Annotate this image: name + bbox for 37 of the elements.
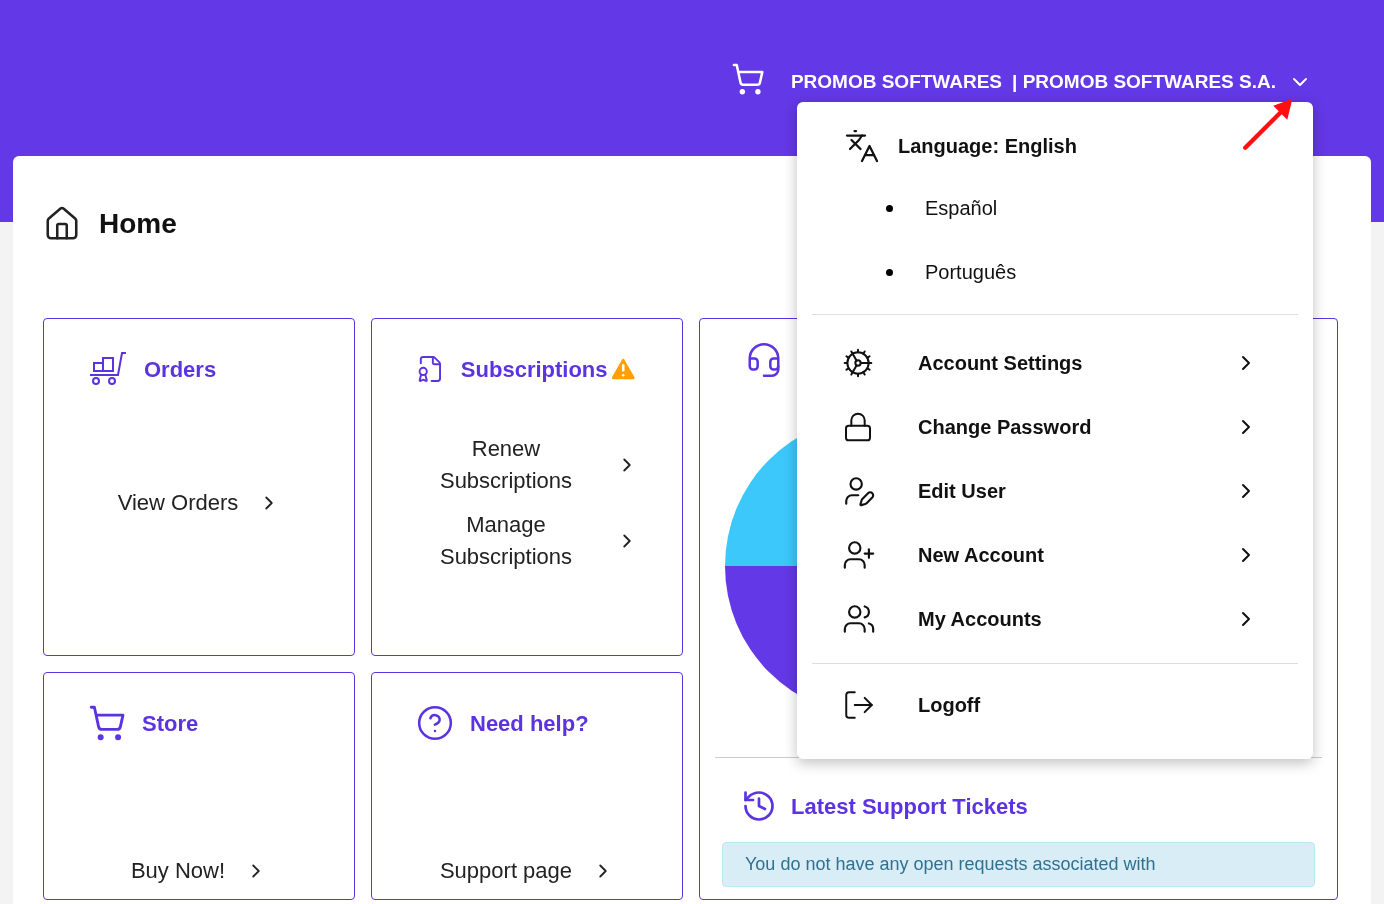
help-icon: [416, 704, 454, 742]
card-title[interactable]: Store: [142, 706, 199, 740]
menu-item[interactable]: My Accounts: [812, 587, 1298, 651]
cart-icon: [88, 704, 126, 742]
menu-item[interactable]: Account Settings: [812, 331, 1298, 395]
home-icon: [43, 205, 81, 243]
alert-text: You do not have any open requests associated with: [745, 854, 1156, 874]
bullet-icon: [886, 268, 893, 276]
language-label[interactable]: Language: English: [898, 131, 1077, 161]
company-name: PROMOB SOFTWARES: [790, 70, 1003, 94]
card-link[interactable]: Buy Now!: [88, 855, 310, 887]
language-option[interactable]: Español: [812, 176, 1298, 240]
user-edit-icon: [842, 474, 876, 508]
logoff-item[interactable]: Logoff: [812, 688, 1298, 722]
menu-item[interactable]: Change Password: [812, 395, 1298, 459]
bullet-icon: [886, 204, 893, 212]
account-name: | PROMOB SOFTWARES S.A.: [1012, 70, 1276, 94]
headset-icon: [745, 341, 783, 379]
users-icon: [842, 602, 876, 636]
lock-icon: [842, 411, 874, 443]
card-title[interactable]: Orders: [144, 352, 217, 386]
card-link[interactable]: Manage Subscriptions: [416, 509, 638, 573]
card-link[interactable]: Renew Subscriptions: [416, 433, 638, 497]
cart-icon[interactable]: [730, 62, 765, 96]
menu-item[interactable]: Edit User: [812, 459, 1298, 523]
history-icon: [741, 788, 777, 824]
user-plus-icon: [842, 538, 876, 572]
language-option[interactable]: Português: [812, 240, 1298, 304]
card-link[interactable]: Support page: [416, 855, 638, 887]
card-link[interactable]: View Orders: [88, 487, 310, 519]
logout-icon: [842, 688, 876, 722]
translate-icon: [844, 128, 880, 164]
menu-item[interactable]: New Account: [812, 523, 1298, 587]
page-title: Home: [99, 207, 177, 241]
card-title[interactable]: Subscriptions: [460, 352, 608, 386]
section-title: Latest Support Tickets: [791, 792, 1028, 821]
card-title[interactable]: Need help?: [470, 706, 589, 740]
